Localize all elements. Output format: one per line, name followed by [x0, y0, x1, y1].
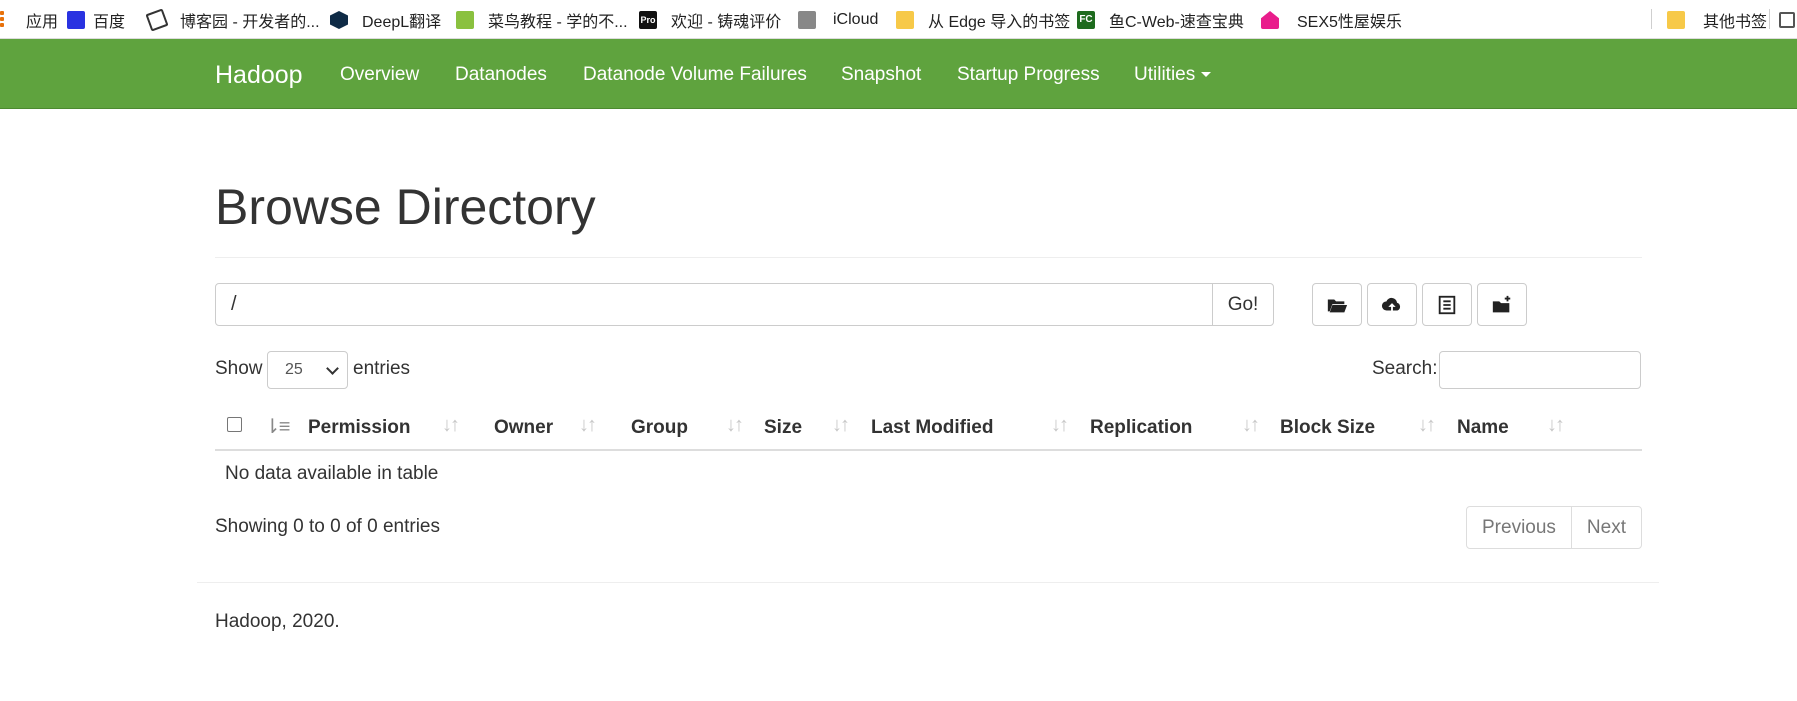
- bookmark-label: iCloud: [833, 11, 879, 28]
- bookmark-edge-folder[interactable]: 从 Edge 导入的书签: [896, 9, 1070, 31]
- new-folder-button[interactable]: [1477, 283, 1527, 326]
- entries-label: entries: [353, 358, 411, 379]
- nav-snapshot[interactable]: Snapshot: [841, 64, 921, 86]
- nav-utilities-dropdown[interactable]: Utilities: [1134, 64, 1212, 86]
- empty-table-message: No data available in table: [225, 463, 439, 484]
- page-title: Browse Directory: [215, 179, 596, 235]
- column-header-owner[interactable]: Owner: [494, 417, 553, 439]
- column-header-replication[interactable]: Replication: [1090, 417, 1192, 439]
- sort-both-icon[interactable]: ↓↑: [1418, 414, 1436, 437]
- sort-both-icon[interactable]: ↓↑: [1547, 414, 1565, 437]
- previous-page-button[interactable]: Previous: [1467, 507, 1572, 548]
- column-header-size[interactable]: Size: [764, 417, 802, 439]
- table-search-input[interactable]: [1439, 351, 1641, 389]
- baidu-paw-icon: [67, 11, 85, 29]
- bookmark-sex5[interactable]: SEX5性屋娱乐: [1261, 9, 1402, 31]
- upload-button[interactable]: [1367, 283, 1417, 326]
- nav-startup-progress[interactable]: Startup Progress: [957, 64, 1100, 86]
- directory-path-input[interactable]: [215, 283, 1213, 326]
- bookmark-other-folder[interactable]: 其他书签: [1667, 9, 1767, 31]
- sort-both-icon[interactable]: ↓↑: [442, 414, 460, 437]
- bookmarks-separator: [1769, 9, 1770, 29]
- column-header-block-size[interactable]: Block Size: [1280, 417, 1375, 439]
- chevron-down-icon: [326, 362, 339, 375]
- nav-overview[interactable]: Overview: [340, 64, 419, 86]
- select-all-checkbox[interactable]: [227, 417, 242, 432]
- title-divider: [215, 257, 1642, 258]
- search-label: Search:: [1372, 358, 1438, 379]
- go-button[interactable]: Go!: [1212, 283, 1274, 326]
- bookmark-label: 应用: [26, 14, 59, 31]
- column-header-permission[interactable]: Permission: [308, 417, 410, 439]
- entries-select-value: 25: [285, 361, 303, 378]
- open-folder-icon: [1327, 299, 1348, 312]
- deepl-icon: [330, 11, 348, 29]
- nav-utilities-label: Utilities: [1134, 64, 1196, 85]
- caret-down-icon: [1201, 72, 1212, 78]
- bookmark-label: 鱼C-Web-速查宝典: [1109, 14, 1244, 31]
- bookmark-pro[interactable]: Pro 欢迎 - 铸魂评价: [639, 9, 781, 31]
- sort-amount-down-icon[interactable]: ⇂≡: [264, 414, 290, 439]
- navbar-brand[interactable]: Hadoop: [215, 61, 303, 90]
- bookmark-label: 菜鸟教程 - 学的不...: [488, 14, 628, 31]
- house-icon: [1261, 11, 1279, 29]
- bookmark-cnblogs[interactable]: 博客园 - 开发者的...: [145, 8, 320, 32]
- bookmark-label: 博客园 - 开发者的...: [180, 14, 320, 31]
- sort-both-icon[interactable]: ↓↑: [726, 414, 744, 437]
- bookmark-label: DeepL翻译: [362, 14, 442, 31]
- table-header-row: ⇂≡ Permission ↓↑ Owner ↓↑ Group ↓↑ Size …: [215, 405, 1642, 451]
- column-header-group[interactable]: Group: [631, 417, 688, 439]
- fishc-icon-text: FC: [1079, 14, 1093, 25]
- reading-list-icon: [1779, 12, 1795, 28]
- upload-cloud-icon: [1381, 297, 1401, 311]
- bookmark-icloud[interactable]: iCloud: [798, 9, 878, 31]
- list-icon: [1438, 295, 1456, 314]
- bookmark-baidu[interactable]: 百度: [67, 9, 125, 31]
- sort-both-icon[interactable]: ↓↑: [832, 414, 850, 437]
- nav-datanodes[interactable]: Datanodes: [455, 64, 547, 86]
- column-header-last-modified[interactable]: Last Modified: [871, 417, 993, 439]
- bookmark-label: 其他书签: [1703, 14, 1768, 31]
- cnblogs-icon: [145, 8, 169, 32]
- pro-icon: Pro: [639, 11, 657, 29]
- sort-both-icon[interactable]: ↓↑: [1242, 414, 1260, 437]
- folder-icon: [896, 11, 914, 29]
- footer-text: Hadoop, 2020.: [215, 611, 340, 632]
- bookmarks-separator: [1651, 9, 1652, 29]
- next-page-button[interactable]: Next: [1571, 507, 1641, 548]
- bookmark-deepl[interactable]: DeepL翻译: [330, 9, 441, 31]
- folder-icon: [1667, 11, 1685, 29]
- sort-both-icon[interactable]: ↓↑: [1051, 414, 1069, 437]
- runoob-icon: [456, 11, 474, 29]
- show-label: Show: [215, 358, 263, 379]
- open-folder-button[interactable]: [1312, 283, 1362, 326]
- fishc-icon: FC: [1077, 11, 1095, 29]
- bookmark-label: 欢迎 - 铸魂评价: [671, 14, 782, 31]
- column-header-name[interactable]: Name: [1457, 417, 1509, 439]
- bookmark-runoob[interactable]: 菜鸟教程 - 学的不...: [456, 9, 628, 31]
- bookmark-label: 从 Edge 导入的书签: [928, 14, 1071, 31]
- bookmarks-bar: 应用 百度 博客园 - 开发者的... DeepL翻译 菜鸟教程 - 学的不..…: [0, 0, 1797, 39]
- bookmark-overflow[interactable]: [1779, 9, 1797, 31]
- table-info: Showing 0 to 0 of 0 entries: [215, 516, 440, 537]
- new-folder-icon: [1492, 295, 1511, 312]
- bookmark-label: SEX5性屋娱乐: [1297, 14, 1402, 31]
- list-view-button[interactable]: [1422, 283, 1472, 326]
- apps-grid-icon: [0, 11, 18, 29]
- bookmark-label: 百度: [93, 14, 126, 31]
- bookmark-fishc[interactable]: FC 鱼C-Web-速查宝典: [1077, 9, 1244, 31]
- nav-datanode-volume-failures[interactable]: Datanode Volume Failures: [583, 64, 807, 86]
- navbar: Hadoop Overview Datanodes Datanode Volum…: [0, 39, 1797, 109]
- bookmark-apps[interactable]: 应用: [0, 9, 58, 31]
- pagination: Previous Next: [1466, 506, 1642, 549]
- apple-icon: [798, 11, 816, 29]
- footer-divider: [197, 582, 1659, 583]
- entries-per-page-select[interactable]: 25: [267, 351, 348, 389]
- sort-both-icon[interactable]: ↓↑: [579, 414, 597, 437]
